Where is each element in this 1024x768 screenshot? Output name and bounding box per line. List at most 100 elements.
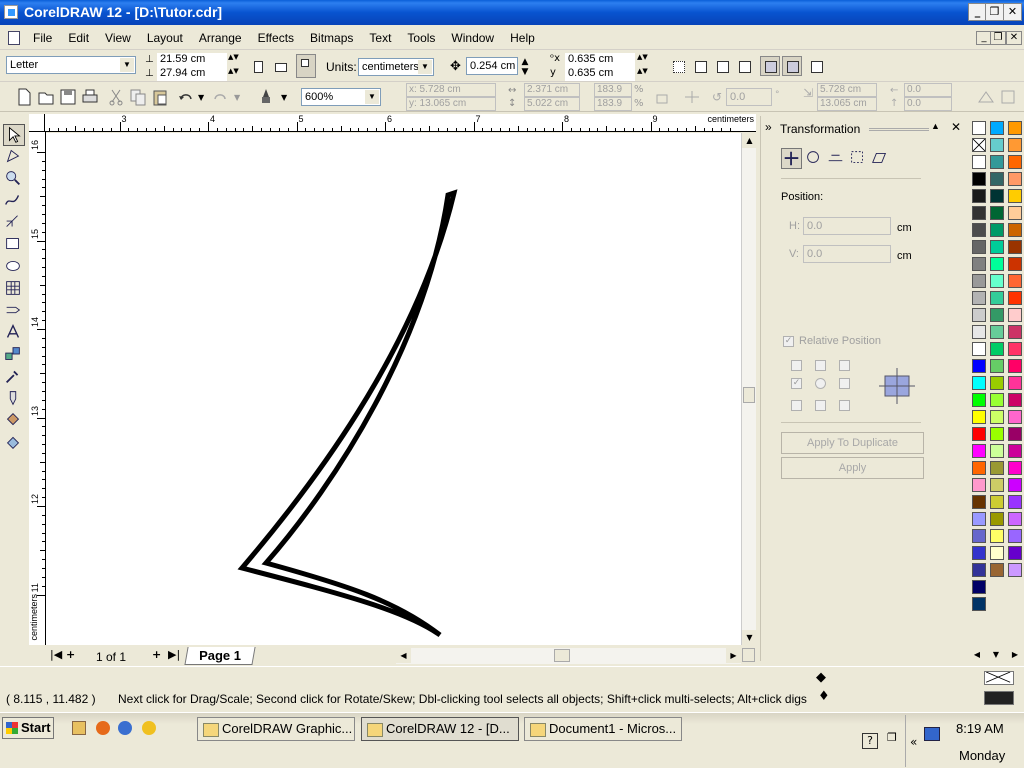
size-tab-icon[interactable]	[848, 148, 869, 169]
add-page-after-icon[interactable]: +	[152, 648, 161, 661]
apply-button[interactable]: Apply	[781, 457, 924, 479]
outline-color-swatch[interactable]	[984, 691, 1014, 705]
anchor-bl-checkbox[interactable]	[791, 400, 802, 411]
scale-x-field[interactable]: 183.9	[594, 83, 632, 97]
duplicate-y-input[interactable]: 0.635 cm	[565, 67, 635, 81]
color-swatch[interactable]	[1008, 223, 1022, 237]
object-height-field[interactable]: 5.022 cm	[524, 97, 580, 111]
curve-drawing[interactable]	[46, 133, 741, 645]
units-select[interactable]: centimeters ▼	[358, 58, 434, 76]
color-swatch[interactable]	[990, 138, 1004, 152]
anchor-bc-checkbox[interactable]	[815, 400, 826, 411]
color-swatch[interactable]	[990, 291, 1004, 305]
outline-tool-icon[interactable]	[3, 388, 25, 410]
color-swatch[interactable]	[972, 495, 986, 509]
snap-objects-button[interactable]	[712, 56, 732, 76]
color-swatch[interactable]	[972, 189, 986, 203]
rotation-angle-field[interactable]: 0.0	[726, 88, 772, 106]
center-y-field[interactable]: 13.065 cm	[817, 97, 877, 111]
color-swatch[interactable]	[972, 223, 986, 237]
color-swatch[interactable]	[990, 308, 1004, 322]
horizontal-ruler[interactable]: centimeters 23456789	[45, 114, 756, 132]
color-swatch[interactable]	[1008, 546, 1022, 560]
dupy-spin-icon[interactable]: ▲▼	[637, 67, 648, 75]
nudge-input[interactable]: 0.254 cm	[466, 57, 518, 75]
interactive-blend-tool-icon[interactable]	[3, 344, 25, 366]
width-spin-icon[interactable]: ▲▼	[228, 53, 239, 61]
copy-icon[interactable]	[128, 87, 148, 107]
menu-arrange[interactable]: Arrange	[191, 31, 250, 45]
color-swatch[interactable]	[1008, 172, 1022, 186]
messenger-icon[interactable]	[142, 721, 156, 735]
view-manager-button[interactable]	[742, 648, 755, 662]
tray-expand-icon[interactable]: «	[910, 735, 917, 749]
color-swatch[interactable]	[990, 512, 1004, 526]
color-swatch[interactable]	[990, 223, 1004, 237]
color-swatch[interactable]	[972, 359, 986, 373]
vertical-ruler[interactable]: centimeters 16 15 14 13 12 11	[29, 132, 46, 645]
menu-view[interactable]: View	[97, 31, 139, 45]
horizontal-scrollbar[interactable]: ◀ ▶	[396, 648, 741, 664]
interactive-fill-tool-icon[interactable]	[3, 432, 25, 454]
color-swatch[interactable]	[990, 325, 1004, 339]
anchor-mr-checkbox[interactable]	[839, 378, 850, 389]
rotate-tab-icon[interactable]	[804, 148, 825, 169]
palette-scroll-left-icon[interactable]: ◀	[970, 649, 984, 661]
start-button[interactable]: Start	[2, 717, 54, 739]
hscroll-thumb[interactable]	[554, 649, 570, 662]
docker-grip[interactable]	[869, 128, 929, 131]
palette-scroll-right-icon[interactable]: ▶	[1008, 649, 1022, 661]
first-page-icon[interactable]: |◀	[50, 648, 62, 661]
anchor-br-checkbox[interactable]	[839, 400, 850, 411]
add-page-before-icon[interactable]: +	[66, 648, 75, 661]
color-swatch[interactable]	[1008, 155, 1022, 169]
landscape-button[interactable]	[270, 56, 290, 76]
color-swatch[interactable]	[1008, 257, 1022, 271]
no-fill-swatch[interactable]	[972, 138, 986, 152]
doc-close-button[interactable]: ✕	[1006, 31, 1022, 45]
doc-restore-button[interactable]: ❐	[990, 31, 1006, 45]
color-swatch[interactable]	[972, 444, 986, 458]
height-spin-icon[interactable]: ▲▼	[228, 67, 239, 75]
last-page-icon[interactable]: ▶|	[168, 648, 180, 661]
open-icon[interactable]	[36, 87, 56, 107]
menu-tools[interactable]: Tools	[399, 31, 443, 45]
scroll-left-icon[interactable]: ◀	[396, 648, 411, 663]
color-swatch[interactable]	[1008, 495, 1022, 509]
page-width-input[interactable]: 21.59 cm	[157, 53, 227, 67]
transform-options-icon[interactable]	[998, 87, 1018, 107]
docker-close-icon[interactable]: ✕	[951, 120, 961, 134]
dynamic-guides-button[interactable]	[734, 56, 754, 76]
palette-options-icon[interactable]	[972, 121, 986, 135]
object-x-field[interactable]: x: 5.728 cm	[406, 83, 496, 97]
color-swatch[interactable]	[1008, 138, 1022, 152]
color-swatch[interactable]	[990, 563, 1004, 577]
color-swatch[interactable]	[1008, 206, 1022, 220]
color-swatch[interactable]	[990, 274, 1004, 288]
color-swatch[interactable]	[972, 580, 986, 594]
color-swatch[interactable]	[990, 529, 1004, 543]
scroll-up-icon[interactable]: ▲	[742, 133, 757, 148]
skew-tab-icon[interactable]	[870, 148, 891, 169]
task-coreldraw-graphics[interactable]: CorelDRAW Graphic...	[197, 717, 355, 741]
color-swatch[interactable]	[990, 189, 1004, 203]
ruler-origin[interactable]	[29, 114, 45, 132]
page-tab[interactable]: Page 1	[184, 647, 256, 665]
color-swatch[interactable]	[990, 546, 1004, 560]
rectangle-tool-icon[interactable]	[3, 234, 25, 256]
color-swatch[interactable]	[1008, 393, 1022, 407]
color-swatch[interactable]	[990, 410, 1004, 424]
palette-scroll-down-icon[interactable]: ▼	[989, 649, 1003, 661]
color-swatch[interactable]	[972, 597, 986, 611]
media-player-icon[interactable]	[118, 721, 132, 735]
portrait-button[interactable]	[248, 56, 268, 76]
dupx-spin-icon[interactable]: ▲▼	[637, 53, 648, 61]
text-edit-button[interactable]	[782, 56, 802, 76]
task-coreldraw-12[interactable]: CorelDRAW 12 - [D...	[361, 717, 519, 741]
paste-icon[interactable]	[150, 87, 170, 107]
color-swatch[interactable]	[972, 478, 986, 492]
restore-tray-icon[interactable]: ❐	[887, 731, 897, 744]
color-swatch[interactable]	[1008, 291, 1022, 305]
h-position-input[interactable]: 0.0	[803, 217, 891, 235]
firefox-icon[interactable]	[96, 721, 110, 735]
